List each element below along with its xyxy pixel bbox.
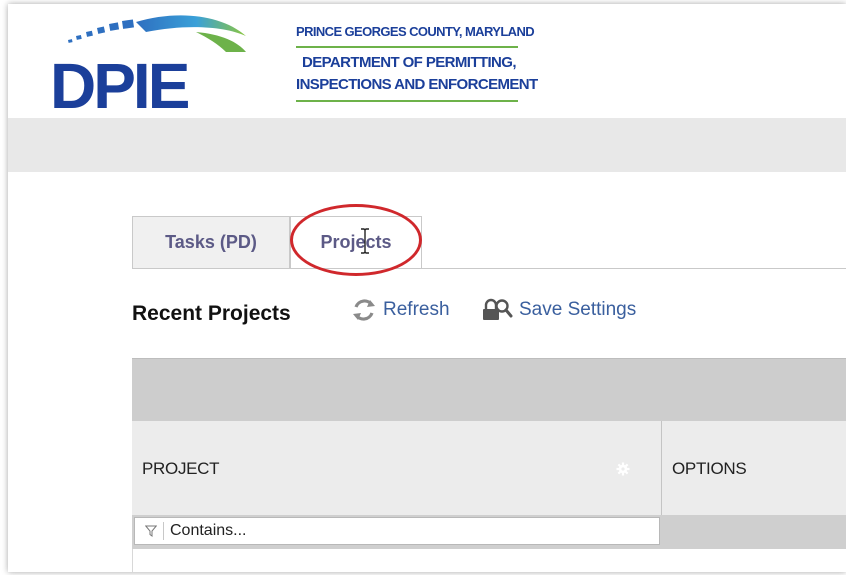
org-county-line: PRINCE GEORGES COUNTY, MARYLAND bbox=[296, 24, 535, 39]
org-division-line: INSPECTIONS AND ENFORCEMENT bbox=[296, 76, 538, 93]
grid-header: PROJECT OPTIONS bbox=[132, 421, 846, 516]
column-label: OPTIONS bbox=[672, 459, 747, 478]
tab-tasks-pd[interactable]: Tasks (PD) bbox=[132, 216, 290, 268]
org-department-line: DEPARTMENT OF PERMITTING, bbox=[302, 54, 516, 71]
annotation-circle bbox=[290, 204, 422, 276]
dpie-logo-graphic: DPIE bbox=[50, 15, 246, 122]
refresh-button[interactable]: Refresh bbox=[350, 298, 450, 322]
refresh-label: Refresh bbox=[383, 299, 450, 320]
filter-icon[interactable] bbox=[145, 525, 157, 537]
lock-search-icon bbox=[483, 298, 513, 320]
org-divider-bottom bbox=[296, 100, 518, 102]
refresh-icon bbox=[353, 299, 375, 321]
grid-group-panel bbox=[132, 358, 846, 422]
tab-label: Tasks (PD) bbox=[165, 232, 257, 252]
app-window: DPIE PRINCE GEORGES COUNTY, MARYLAND DEP… bbox=[8, 4, 846, 572]
header-band bbox=[8, 118, 846, 172]
dpie-logo: DPIE PRINCE GEORGES COUNTY, MARYLAND DEP… bbox=[46, 10, 538, 122]
column-header-options[interactable]: OPTIONS bbox=[662, 421, 846, 515]
column-label: PROJECT bbox=[142, 459, 220, 478]
column-header-project[interactable]: PROJECT bbox=[132, 421, 662, 515]
dpie-wordmark: DPIE bbox=[50, 50, 189, 118]
filter-placeholder: Contains... bbox=[170, 522, 247, 539]
text-cursor-icon bbox=[361, 228, 369, 254]
grid-body bbox=[132, 549, 846, 572]
section-title: Recent Projects bbox=[132, 302, 291, 325]
save-settings-label: Save Settings bbox=[519, 299, 637, 320]
filter-separator bbox=[163, 522, 164, 540]
grid-filter-row: Contains... bbox=[132, 515, 846, 549]
save-settings-button[interactable]: Save Settings bbox=[480, 298, 636, 322]
project-filter-input[interactable]: Contains... bbox=[134, 517, 660, 545]
org-divider bbox=[296, 46, 518, 48]
tab-strip-border bbox=[132, 268, 846, 269]
gear-icon[interactable] bbox=[616, 462, 630, 476]
